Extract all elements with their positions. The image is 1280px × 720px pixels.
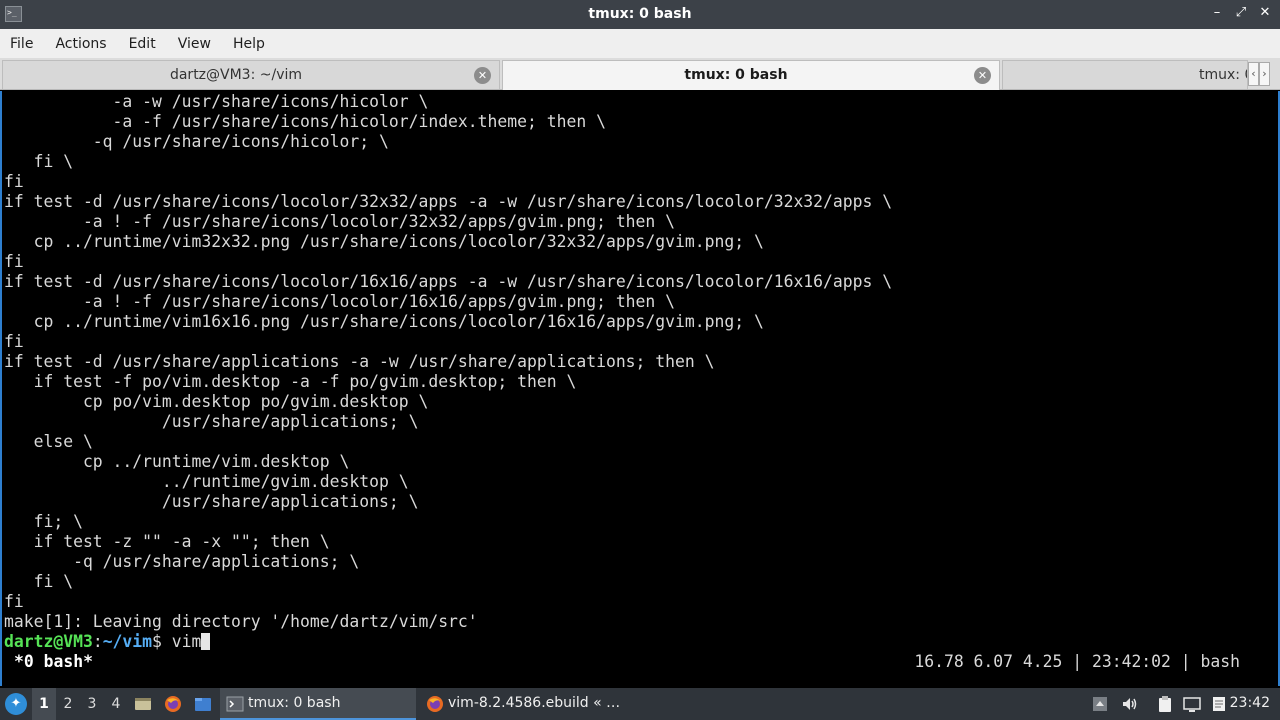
terminal-view[interactable]: -a -w /usr/share/icons/hicolor \ -a -f /… — [0, 91, 1280, 686]
menu-file[interactable]: File — [10, 36, 33, 52]
firefox-icon — [427, 696, 443, 712]
terminal-line: else \ — [4, 432, 93, 451]
tray-up-icon[interactable] — [1091, 695, 1109, 713]
tab-scroll-left-icon[interactable]: ‹ — [1248, 62, 1259, 86]
tmux-status-right: 16.78 6.07 4.25 | 23:42:02 | bash — [914, 652, 1240, 671]
terminal-line: cp ../runtime/vim16x16.png /usr/share/ic… — [4, 312, 764, 331]
terminal-line: -q /usr/share/applications; \ — [4, 552, 360, 571]
terminal-line: if test -f po/vim.desktop -a -f po/gvim.… — [4, 372, 577, 391]
menu-view[interactable]: View — [178, 36, 211, 52]
prompt-path: ~/vim — [102, 632, 153, 651]
terminal-line: make[1]: Leaving directory '/home/dartz/… — [4, 612, 478, 631]
terminal-line: -a -w /usr/share/icons/hicolor \ — [4, 92, 429, 111]
tab-scroll-right-icon[interactable]: › — [1259, 62, 1270, 86]
prompt-command: vim — [171, 632, 202, 651]
tab-dartz-vim[interactable]: dartz@VM3: ~/vim ✕ — [2, 60, 500, 89]
prompt-separator: : — [92, 632, 103, 651]
prompt-line: dartz@VM3:~/vim$ vim — [4, 632, 892, 652]
notes-icon[interactable] — [1210, 695, 1228, 713]
tab-label: tmux: 0 bash — [684, 67, 788, 83]
menu-bar: File Actions Edit View Help — [0, 29, 1280, 58]
terminal-line: fi — [4, 252, 24, 271]
taskbar-clock: 23:42 — [1229, 695, 1270, 711]
tab-bar: dartz@VM3: ~/vim ✕ tmux: 0 bash ✕ tmux: … — [0, 58, 1280, 90]
window-titlebar[interactable]: >_ tmux: 0 bash – ⤢ ✕ — [0, 0, 1280, 29]
workspace-4[interactable]: 4 — [104, 688, 128, 720]
task-label: tmux: 0 bash — [248, 695, 341, 711]
menu-edit[interactable]: Edit — [129, 36, 156, 52]
terminal-line: fi — [4, 592, 24, 611]
terminal-cursor — [201, 633, 211, 650]
terminal-line: fi — [4, 332, 24, 351]
terminal-line: if test -d /usr/share/icons/locolor/32x3… — [4, 192, 893, 211]
show-desktop-icon[interactable] — [134, 695, 152, 713]
volume-icon[interactable] — [1121, 695, 1139, 713]
menu-help[interactable]: Help — [233, 36, 265, 52]
clipboard-icon[interactable] — [1156, 695, 1174, 713]
task-firefox-ebuild[interactable]: vim-8.2.4586.ebuild « … — [420, 688, 640, 720]
tmux-status-bar: *0 bash* 16.78 6.07 4.25 | 23:42:02 | ba… — [4, 652, 1276, 673]
tmux-window-name: *0 bash* — [14, 652, 93, 671]
terminal-line: /usr/share/applications; \ — [4, 412, 419, 431]
terminal-line: -q /usr/share/icons/hicolor; \ — [4, 132, 389, 151]
terminal-line: if test -d /usr/share/icons/locolor/16x1… — [4, 272, 893, 291]
prompt-symbol: $ — [152, 632, 172, 651]
workspace-3[interactable]: 3 — [80, 688, 104, 720]
display-icon[interactable] — [1183, 695, 1201, 713]
start-menu-icon[interactable]: ✦ — [5, 693, 27, 715]
tab-label: tmux: 0 — [1199, 67, 1247, 83]
file-manager-icon[interactable] — [194, 695, 212, 713]
workspace-2[interactable]: 2 — [56, 688, 80, 720]
terminal-line: -a ! -f /usr/share/icons/locolor/32x32/a… — [4, 212, 676, 231]
minimize-button[interactable]: – — [1210, 5, 1224, 20]
close-window-button[interactable]: ✕ — [1258, 5, 1272, 20]
terminal-line: cp ../runtime/vim.desktop \ — [4, 452, 350, 471]
terminal-line: -a -f /usr/share/icons/hicolor/index.the… — [4, 112, 606, 131]
terminal-line: fi — [4, 172, 24, 191]
task-label: vim-8.2.4586.ebuild « … — [448, 695, 621, 711]
maximize-button[interactable]: ⤢ — [1234, 5, 1248, 20]
terminal-line: cp ../runtime/vim32x32.png /usr/share/ic… — [4, 232, 764, 251]
terminal-icon — [226, 696, 244, 712]
tab-tmux-0[interactable]: tmux: 0 — [1002, 60, 1248, 89]
window-title: tmux: 0 bash — [588, 6, 692, 22]
terminal-line: if test -d /usr/share/applications -a -w… — [4, 352, 715, 371]
taskbar: ✦ 1 2 3 4 tmux: 0 bash vim-8.2.4586.ebui… — [0, 688, 1280, 720]
terminal-line: fi \ — [4, 572, 74, 591]
terminal-line: ../runtime/gvim.desktop \ — [4, 472, 409, 491]
terminal-line: fi \ — [4, 152, 74, 171]
tab-label: dartz@VM3: ~/vim — [169, 67, 303, 83]
menu-actions[interactable]: Actions — [55, 36, 106, 52]
task-tmux-bash[interactable]: tmux: 0 bash — [220, 688, 416, 720]
terminal-line: -a ! -f /usr/share/icons/locolor/16x16/a… — [4, 292, 676, 311]
terminal-line: /usr/share/applications; \ — [4, 492, 419, 511]
terminal-line: if test -z "" -a -x ""; then \ — [4, 532, 330, 551]
tab-tmux-bash[interactable]: tmux: 0 bash ✕ — [502, 60, 1000, 90]
tab-close-icon[interactable]: ✕ — [974, 67, 991, 84]
tab-close-icon[interactable]: ✕ — [474, 67, 491, 84]
terminal-output: -a -w /usr/share/icons/hicolor \ -a -f /… — [4, 92, 892, 652]
workspace-1[interactable]: 1 — [32, 688, 56, 720]
firefox-launcher-icon[interactable] — [164, 695, 182, 713]
prompt-user-host: dartz@VM3 — [4, 632, 93, 651]
terminal-line: cp po/vim.desktop po/gvim.desktop \ — [4, 392, 429, 411]
terminal-line: fi; \ — [4, 512, 83, 531]
